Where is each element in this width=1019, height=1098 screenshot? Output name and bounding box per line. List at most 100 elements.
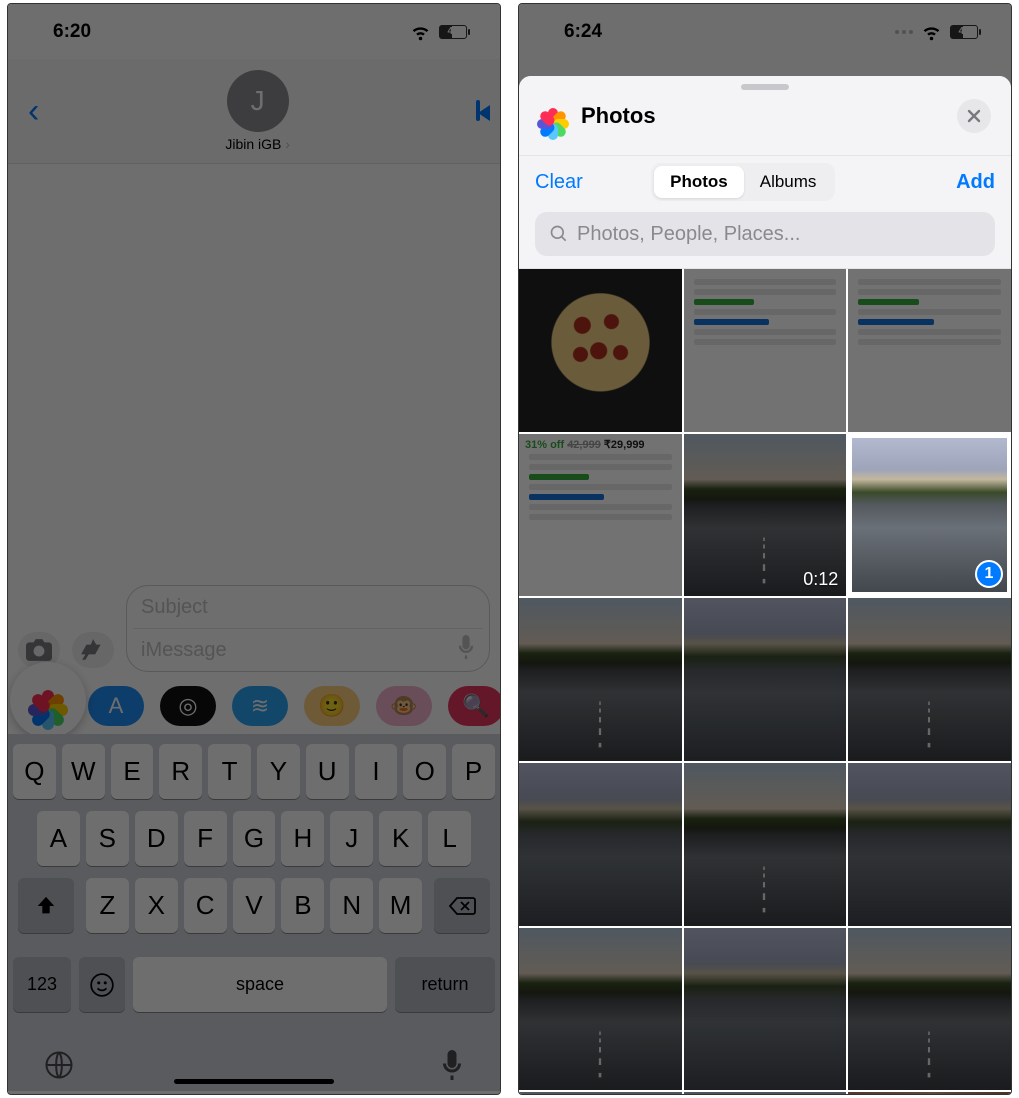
key-h[interactable]: H [281, 811, 324, 866]
thumb-offers-1[interactable] [684, 269, 847, 432]
key-x[interactable]: X [135, 878, 178, 933]
subject-field[interactable]: Subject [127, 586, 489, 628]
key-f[interactable]: F [184, 811, 227, 866]
clear-button[interactable]: Clear [535, 171, 583, 194]
thumb-highway-11[interactable] [848, 928, 1011, 1091]
key-p[interactable]: P [452, 744, 495, 799]
thumb-offers-2[interactable] [848, 269, 1011, 432]
messages-scroll-area[interactable] [8, 164, 500, 579]
left-screenshot: 6:20 47 ‹ J Jibin iGB Subject [7, 3, 501, 1095]
search-field[interactable]: Photos, People, Places... [535, 212, 995, 256]
key-r[interactable]: R [159, 744, 202, 799]
battery-icon: 46 [950, 25, 981, 39]
avatar: J [227, 70, 289, 132]
photos-icon [33, 685, 63, 715]
close-icon [966, 108, 982, 124]
animoji-app-icon[interactable]: 🐵 [376, 686, 432, 726]
selection-badge: 1 [975, 560, 1003, 588]
video-duration-badge: 0:12 [803, 569, 838, 590]
status-time: 6:20 [53, 21, 91, 43]
compose-bar: Subject iMessage [8, 579, 500, 680]
key-a[interactable]: A [37, 811, 80, 866]
right-screenshot: 6:24 46 Photos C [518, 3, 1012, 1095]
thumb-highway-6[interactable] [519, 763, 682, 926]
imessage-search-icon[interactable]: 🔍 [448, 686, 501, 726]
contact-name: Jibin iGB [225, 136, 290, 152]
numbers-key[interactable]: 123 [13, 957, 71, 1012]
backspace-key[interactable] [434, 878, 490, 933]
key-v[interactable]: V [233, 878, 276, 933]
return-key[interactable]: return [395, 957, 495, 1012]
search-icon [549, 224, 569, 244]
key-w[interactable]: W [62, 744, 105, 799]
shift-key[interactable] [18, 878, 74, 933]
key-e[interactable]: E [111, 744, 154, 799]
dictation-key[interactable] [440, 1050, 464, 1085]
key-m[interactable]: M [379, 878, 422, 933]
key-s[interactable]: S [86, 811, 129, 866]
thumb-partial-0[interactable] [519, 1092, 682, 1094]
key-u[interactable]: U [306, 744, 349, 799]
dictation-icon[interactable] [457, 635, 475, 665]
tab-photos[interactable]: Photos [654, 166, 744, 198]
thumb-highway-selected[interactable]: 1 [848, 434, 1011, 597]
appstore-app-icon[interactable]: A [88, 686, 144, 726]
thumb-partial-1[interactable] [684, 1092, 847, 1094]
back-button[interactable]: ‹ [28, 92, 39, 131]
thumb-highway-10[interactable] [684, 928, 847, 1091]
photos-picker-sheet: Photos Clear Photos Albums Add Photos, P… [519, 76, 1011, 1094]
recording-indicator-icon [895, 30, 913, 34]
key-l[interactable]: L [428, 811, 471, 866]
wifi-icon [921, 21, 942, 42]
thumb-highway-4[interactable] [684, 598, 847, 761]
key-k[interactable]: K [379, 811, 422, 866]
appstore-glyph-icon [80, 637, 106, 663]
status-bar: 6:24 46 [519, 4, 1011, 59]
thumb-highway-3[interactable] [519, 598, 682, 761]
thumb-highway-9[interactable] [519, 928, 682, 1091]
status-time: 6:24 [564, 21, 602, 43]
key-b[interactable]: B [281, 878, 324, 933]
tabs-segmented-control[interactable]: Photos Albums [651, 163, 835, 201]
key-t[interactable]: T [208, 744, 251, 799]
key-n[interactable]: N [330, 878, 373, 933]
add-button[interactable]: Add [956, 171, 995, 194]
key-d[interactable]: D [135, 811, 178, 866]
imessage-apps-row[interactable]: A◎≋🙂🐵🔍♪ [8, 680, 500, 734]
photo-grid[interactable]: 31% off 42,999 ₹29,999 0:12 1 [519, 269, 1011, 1094]
message-field[interactable]: iMessage [127, 629, 489, 671]
key-o[interactable]: O [403, 744, 446, 799]
thumb-highway-5[interactable] [848, 598, 1011, 761]
apps-button[interactable] [72, 632, 114, 668]
sheet-grabber[interactable] [741, 84, 789, 90]
contact-header[interactable]: J Jibin iGB [39, 70, 476, 152]
video-icon [476, 100, 480, 121]
key-c[interactable]: C [184, 878, 227, 933]
thumb-price-card[interactable]: 31% off 42,999 ₹29,999 [519, 434, 682, 597]
emoji-key[interactable] [79, 957, 125, 1012]
audio-app-icon[interactable]: ≋ [232, 686, 288, 726]
fitness-app-icon[interactable]: ◎ [160, 686, 216, 726]
close-button[interactable] [957, 99, 991, 133]
key-j[interactable]: J [330, 811, 373, 866]
key-i[interactable]: I [355, 744, 398, 799]
thumb-partial-2[interactable] [848, 1092, 1011, 1094]
home-indicator[interactable] [174, 1079, 334, 1084]
sheet-title: Photos [581, 103, 656, 129]
facetime-video-button[interactable] [476, 102, 480, 120]
photos-app-highlight[interactable] [10, 662, 86, 738]
thumb-highway-video[interactable]: 0:12 [684, 434, 847, 597]
thumb-pizza[interactable] [519, 269, 682, 432]
key-q[interactable]: Q [13, 744, 56, 799]
key-g[interactable]: G [233, 811, 276, 866]
compose-fields: Subject iMessage [126, 585, 490, 672]
thumb-highway-8[interactable] [848, 763, 1011, 926]
key-y[interactable]: Y [257, 744, 300, 799]
memoji-app-icon[interactable]: 🙂 [304, 686, 360, 726]
keyboard[interactable]: QWERTYUIOP ASDFGHJKL ZXCVBNM 123 space r… [8, 734, 500, 1032]
globe-key[interactable] [44, 1050, 74, 1085]
thumb-highway-7[interactable] [684, 763, 847, 926]
key-z[interactable]: Z [86, 878, 129, 933]
tab-albums[interactable]: Albums [744, 166, 833, 198]
space-key[interactable]: space [133, 957, 387, 1012]
